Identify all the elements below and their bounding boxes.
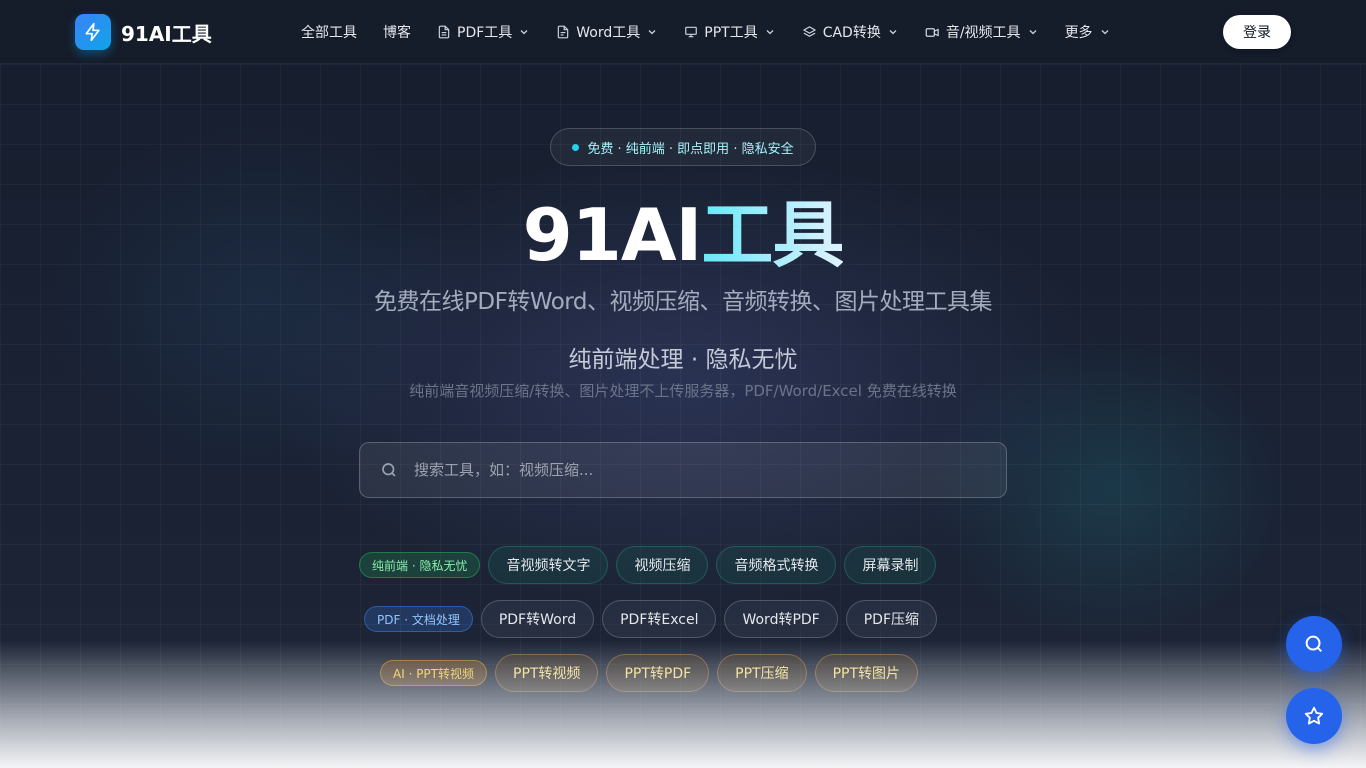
chip-audio-format-convert[interactable]: 音频格式转换 bbox=[716, 546, 837, 584]
hero-description: 纯前端音视频压缩/转换、图片处理不上传服务器，PDF/Word/Excel 免费… bbox=[409, 382, 957, 400]
badge-text: 免费 · 纯前端 · 即点即用 · 隐私安全 bbox=[587, 141, 794, 157]
search-icon bbox=[1305, 635, 1323, 653]
chip-screen-record[interactable]: 屏幕录制 bbox=[844, 546, 937, 584]
nav-blog[interactable]: 博客 bbox=[383, 22, 411, 42]
nav-label: PPT工具 bbox=[704, 25, 758, 41]
chip-audio-video-to-text[interactable]: 音视频转文字 bbox=[488, 546, 609, 584]
chip-row-ppt: AI · PPT转视频 PPT转视频 PPT转PDF PPT压缩 PPT转图片 bbox=[380, 654, 926, 692]
login-button[interactable]: 登录 bbox=[1223, 15, 1291, 49]
floating-search-button[interactable] bbox=[1286, 616, 1342, 672]
lightning-icon bbox=[75, 14, 111, 50]
chevron-down-icon bbox=[1101, 30, 1109, 35]
hero-title-part2: 工具 bbox=[701, 193, 844, 277]
nav-label: 全部工具 bbox=[301, 25, 357, 41]
hero-title-part1: 91AI bbox=[522, 193, 703, 277]
nav-media-tools[interactable]: 音/视频工具 bbox=[925, 22, 1039, 42]
row-label-ppt: AI · PPT转视频 bbox=[380, 660, 487, 686]
nav-label: 更多 bbox=[1064, 25, 1093, 41]
hero-subtitle: 免费在线PDF转Word、视频压缩、音频转换、图片处理工具集 bbox=[374, 289, 992, 315]
nav-more[interactable]: 更多 bbox=[1065, 22, 1111, 42]
presentation-icon bbox=[685, 26, 698, 38]
chip-word-to-pdf[interactable]: Word转PDF bbox=[724, 600, 838, 638]
layers-icon bbox=[802, 25, 816, 37]
chip-video-compress[interactable]: 视频压缩 bbox=[616, 546, 709, 584]
document-icon bbox=[558, 25, 569, 39]
hero-tagline: 纯前端处理 · 隐私无忧 bbox=[568, 347, 798, 373]
chip-ppt-to-image[interactable]: PPT转图片 bbox=[814, 654, 919, 692]
search-input[interactable] bbox=[414, 443, 1006, 497]
file-icon bbox=[438, 25, 450, 39]
star-icon bbox=[1304, 706, 1324, 725]
nav-label: PDF工具 bbox=[457, 25, 513, 41]
nav-label: 博客 bbox=[383, 25, 411, 41]
row-label-pdf: PDF · 文档处理 bbox=[364, 606, 473, 632]
chevron-down-icon bbox=[889, 30, 897, 35]
top-header: 91AI工具 全部工具 博客 PDF工具 Word工具 PPT工具 CAD转换 bbox=[0, 0, 1366, 64]
search-box bbox=[359, 442, 1007, 498]
video-icon bbox=[925, 27, 939, 37]
chip-row-pdf: PDF · 文档处理 PDF转Word PDF转Excel Word转PDF P… bbox=[364, 600, 945, 638]
chip-pdf-compress[interactable]: PDF压缩 bbox=[845, 600, 938, 638]
status-dot bbox=[572, 143, 580, 151]
nav-pdf-tools[interactable]: PDF工具 bbox=[437, 22, 530, 42]
nav-label: CAD转换 bbox=[822, 25, 881, 41]
site-logo[interactable]: 91AI工具 bbox=[75, 14, 212, 50]
hero-title: 91AI工具 bbox=[0, 192, 1366, 278]
nav-word-tools[interactable]: Word工具 bbox=[556, 22, 658, 42]
nav-label: 音/视频工具 bbox=[945, 25, 1021, 41]
chip-ppt-to-video[interactable]: PPT转视频 bbox=[495, 654, 599, 692]
chip-ppt-compress[interactable]: PPT压缩 bbox=[717, 654, 807, 692]
chevron-down-icon bbox=[648, 30, 656, 35]
main-nav: 全部工具 博客 PDF工具 Word工具 PPT工具 CAD转换 音/视频工具 bbox=[301, 0, 1137, 64]
chevron-down-icon bbox=[766, 30, 774, 35]
chip-row-frontend: 纯前端 · 隐私无忧 音视频转文字 视频压缩 音频格式转换 屏幕录制 bbox=[359, 546, 944, 584]
nav-all-tools[interactable]: 全部工具 bbox=[301, 22, 357, 42]
hero-badge: 免费 · 纯前端 · 即点即用 · 隐私安全 bbox=[550, 128, 816, 166]
chevron-down-icon bbox=[1029, 30, 1037, 35]
floating-favorite-button[interactable] bbox=[1286, 688, 1342, 744]
nav-cad-convert[interactable]: CAD转换 bbox=[802, 22, 899, 42]
chip-pdf-to-word[interactable]: PDF转Word bbox=[480, 600, 595, 638]
chevron-down-icon bbox=[520, 30, 528, 35]
search-icon bbox=[380, 461, 398, 479]
row-label-frontend: 纯前端 · 隐私无忧 bbox=[359, 552, 481, 578]
chip-pdf-to-excel[interactable]: PDF转Excel bbox=[602, 600, 717, 638]
chip-ppt-to-pdf[interactable]: PPT转PDF bbox=[606, 654, 710, 692]
nav-label: Word工具 bbox=[576, 25, 641, 41]
logo-text: 91AI工具 bbox=[121, 21, 212, 46]
nav-ppt-tools[interactable]: PPT工具 bbox=[684, 22, 775, 42]
